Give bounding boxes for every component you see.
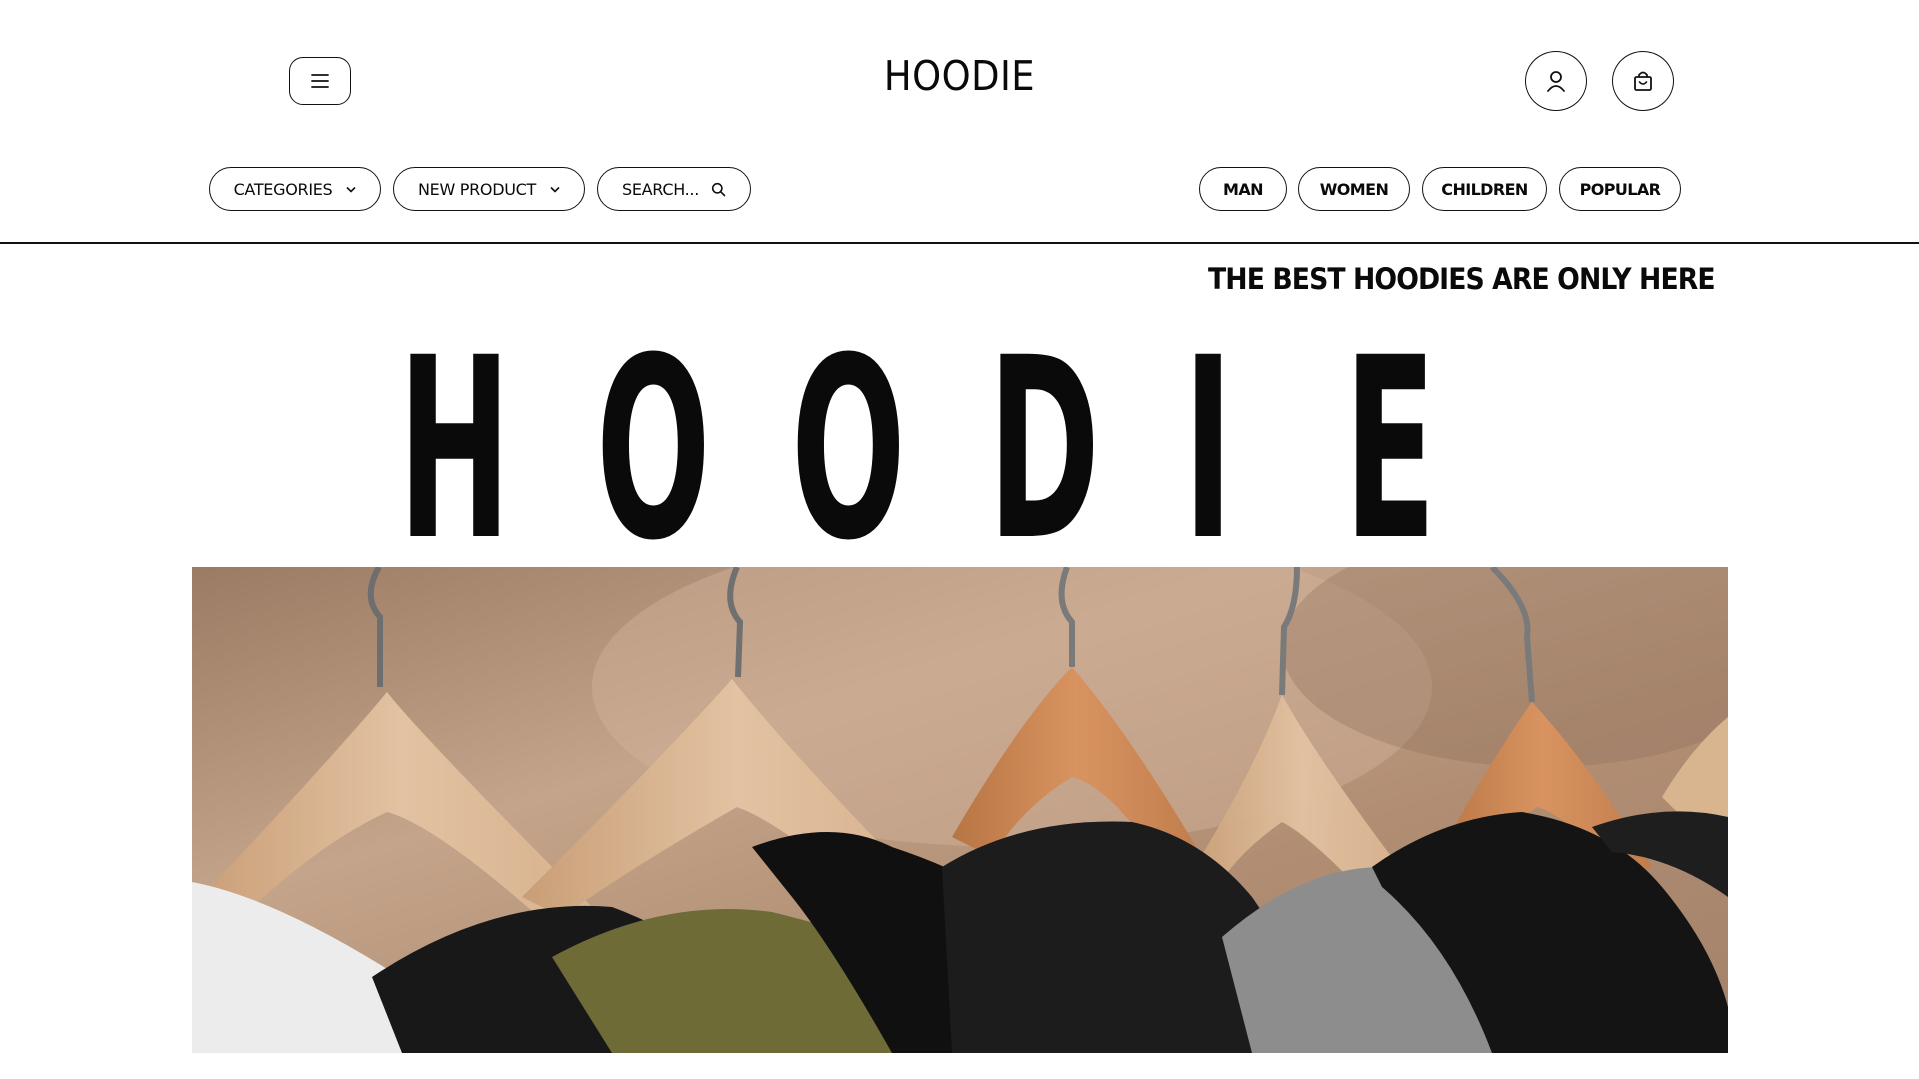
chevron-down-icon (550, 186, 560, 193)
header-divider (0, 242, 1919, 244)
hero-letter: E (1344, 304, 1437, 595)
category-man[interactable]: MAN (1199, 167, 1287, 211)
search-placeholder: SEARCH... (621, 179, 699, 199)
cart-button[interactable] (1612, 51, 1674, 111)
search-input[interactable]: SEARCH... (597, 167, 751, 211)
site-header: HOODIE CATEGORIES NEW PRODUCT SEARCH... (0, 0, 1919, 244)
user-icon (1547, 71, 1565, 92)
categories-label: CATEGORIES (233, 179, 333, 199)
new-product-dropdown[interactable]: NEW PRODUCT (393, 167, 585, 211)
categories-dropdown[interactable]: CATEGORIES (209, 167, 381, 211)
hero-tagline: THE BEST HOODIES ARE ONLY HERE (1208, 262, 1716, 296)
hero-title: H O O D I E (398, 304, 1468, 595)
search-icon (711, 182, 726, 197)
hero-letter: H (398, 304, 511, 595)
shopping-bag-icon (1634, 71, 1652, 91)
new-product-label: NEW PRODUCT (417, 179, 537, 199)
category-children[interactable]: CHILDREN (1422, 167, 1547, 211)
category-popular[interactable]: POPULAR (1559, 167, 1681, 211)
hero-letter: O (596, 304, 711, 595)
account-button[interactable] (1525, 51, 1587, 111)
hero-letter: I (1183, 304, 1234, 595)
chevron-down-icon (346, 186, 356, 193)
hero-image (192, 567, 1728, 1053)
hero-letter: O (791, 304, 906, 595)
category-women[interactable]: WOMEN (1298, 167, 1410, 211)
hero-letter: D (988, 304, 1101, 595)
